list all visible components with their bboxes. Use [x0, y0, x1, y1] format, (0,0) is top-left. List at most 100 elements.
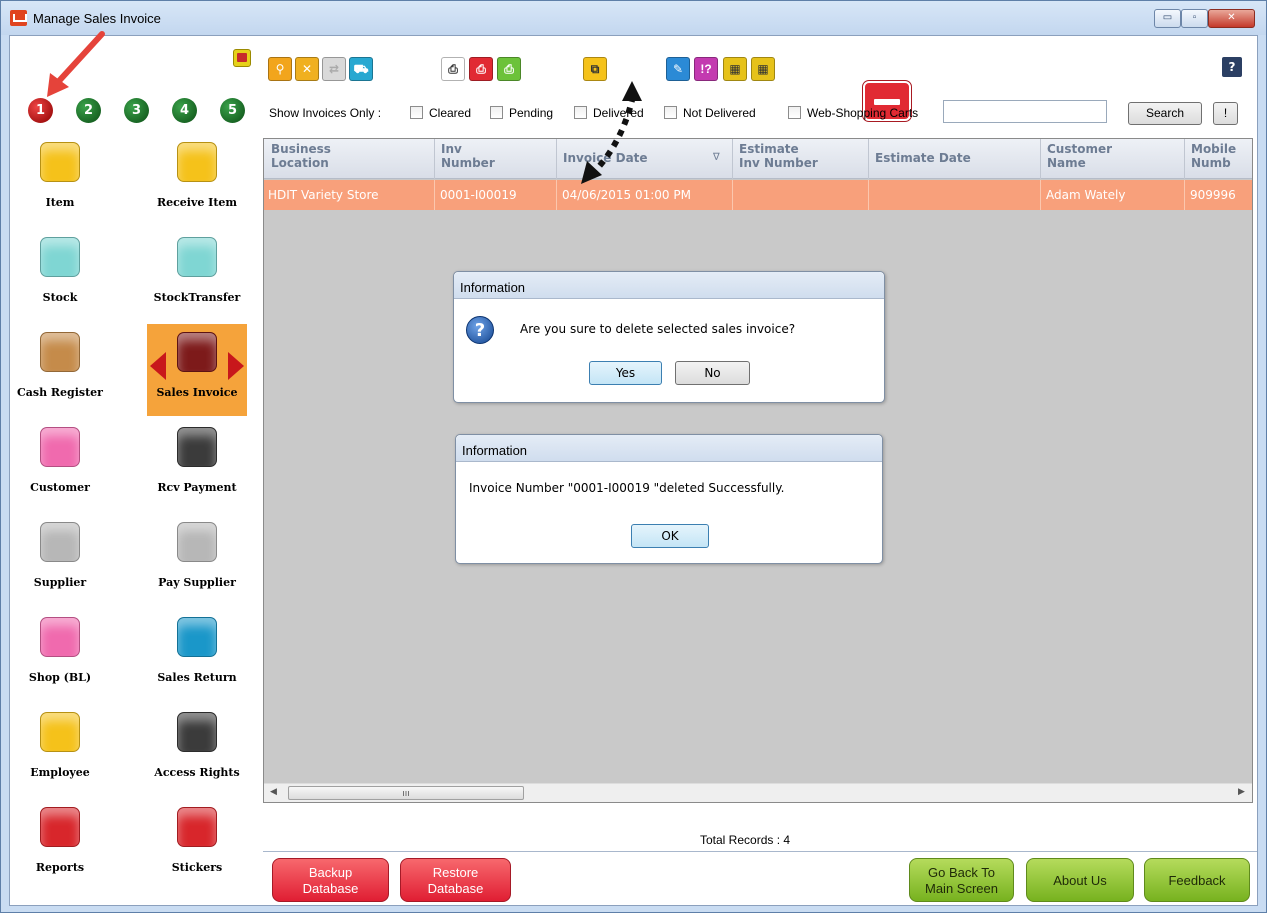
button-label: Database: [427, 881, 484, 896]
yes-button[interactable]: Yes: [589, 361, 662, 385]
cancel-icon[interactable]: ✕: [295, 57, 319, 81]
step-2-button[interactable]: 2: [76, 98, 101, 123]
sidebar-item-receive-item[interactable]: Receive Item: [147, 134, 247, 226]
maximize-button[interactable]: ▫: [1181, 9, 1208, 28]
cell-business-location: HDIT Variety Store: [268, 188, 379, 202]
barcode-icon: [177, 807, 217, 847]
horizontal-scrollbar[interactable]: ◀ ııı ▶: [264, 783, 1252, 802]
factory-arrow-icon: [177, 522, 217, 562]
cart-icon: [10, 10, 27, 26]
step-5-button[interactable]: 5: [220, 98, 245, 123]
row-separator: [556, 180, 557, 210]
backup-database-button[interactable]: Backup Database: [272, 858, 389, 902]
scroll-left-icon[interactable]: ◀: [270, 786, 277, 797]
feedback-button[interactable]: Feedback: [1144, 858, 1250, 902]
sidebar-item-customer[interactable]: Customer: [10, 419, 110, 511]
go-back-main-screen-button[interactable]: Go Back To Main Screen: [909, 858, 1014, 902]
sidebar-item-reports[interactable]: Reports: [10, 799, 110, 891]
sidebar-item-stocktransfer[interactable]: StockTransfer: [147, 229, 247, 321]
button-label: Restore: [432, 865, 479, 880]
about-us-button[interactable]: About Us: [1026, 858, 1134, 902]
sidebar-item-shop-bl[interactable]: Shop (BL): [10, 609, 110, 701]
filter-icon[interactable]: ∇: [713, 151, 720, 165]
print-red-icon[interactable]: ⎙: [469, 57, 493, 81]
sidebar-item-sales-return[interactable]: Sales Return: [147, 609, 247, 701]
search-icon[interactable]: ⚲: [268, 57, 292, 81]
ok-button[interactable]: OK: [631, 524, 709, 548]
sidebar-item-sales-invoice[interactable]: Sales Invoice: [147, 324, 247, 416]
col-label: Business: [271, 142, 331, 156]
sidebar: 1 2 3 4 5 Item Receive Item Stock StockTran…: [10, 36, 263, 905]
restore-database-button[interactable]: Restore Database: [400, 858, 511, 902]
button-label: Go Back To: [928, 865, 995, 880]
sidebar-item-cash-register[interactable]: Cash Register: [10, 324, 110, 416]
step-3-button[interactable]: 3: [124, 98, 149, 123]
minimize-button[interactable]: ▭: [1154, 9, 1181, 28]
col-estimate-date[interactable]: Estimate Date: [875, 151, 971, 165]
sidebar-item-pay-supplier[interactable]: Pay Supplier: [147, 514, 247, 606]
row-separator: [868, 180, 869, 210]
sidebar-item-label: Employee: [30, 766, 90, 779]
scroll-right-icon[interactable]: ▶: [1238, 786, 1245, 797]
search-button[interactable]: Search: [1128, 102, 1202, 125]
sidebar-item-label: Access Rights: [154, 766, 240, 779]
pending-checkbox[interactable]: [490, 106, 503, 119]
sidebar-item-rcv-payment[interactable]: Rcv Payment: [147, 419, 247, 511]
sidebar-item-item[interactable]: Item: [10, 134, 110, 226]
disabled-truck-icon[interactable]: ⇄: [322, 57, 346, 81]
sidebar-item-label: Stickers: [171, 861, 223, 874]
invoice-edit-icon: [177, 332, 217, 372]
help-icon[interactable]: ?: [1222, 57, 1242, 77]
not-delivered-label: Not Delivered: [683, 106, 756, 120]
copy-icon[interactable]: ⧉: [583, 57, 607, 81]
col-separator: [868, 139, 869, 179]
close-button[interactable]: ✕: [1208, 9, 1255, 28]
cleared-label: Cleared: [429, 106, 472, 120]
sidebar-item-stock[interactable]: Stock: [10, 229, 110, 321]
print-icon[interactable]: ⎙: [441, 57, 465, 81]
switch-screen-icon[interactable]: [233, 49, 251, 67]
app-window: Manage Sales Invoice ▭ ▫ ✕ 1 2 3 4 5 Ite…: [0, 0, 1267, 913]
col-label: Number: [441, 156, 495, 170]
cleared-checkbox[interactable]: [410, 106, 423, 119]
sidebar-item-supplier[interactable]: Supplier: [10, 514, 110, 606]
col-customer-name[interactable]: Customer Name: [1047, 142, 1112, 170]
sidebar-item-stickers[interactable]: Stickers: [147, 799, 247, 891]
cell-inv-number: 0001-I00019: [440, 188, 517, 202]
scroll-thumb[interactable]: ııı: [288, 786, 524, 800]
dialog-title: Information: [456, 435, 882, 462]
sidebar-item-access-rights[interactable]: Access Rights: [147, 704, 247, 796]
cart-return-icon: [177, 617, 217, 657]
button-label: Backup: [308, 865, 353, 880]
edit-icon[interactable]: ✎: [666, 57, 690, 81]
col-business-location[interactable]: Business Location: [271, 142, 331, 170]
info-icon[interactable]: !?: [694, 57, 718, 81]
truck-icon: [177, 142, 217, 182]
table-row[interactable]: HDIT Variety Store 0001-I00019 04/06/201…: [264, 180, 1252, 210]
not-delivered-checkbox[interactable]: [664, 106, 677, 119]
step-4-button[interactable]: 4: [172, 98, 197, 123]
sidebar-item-label: StockTransfer: [153, 291, 241, 304]
pending-label: Pending: [509, 106, 554, 120]
sidebar-item-label: Sales Return: [157, 671, 237, 684]
table-import-icon[interactable]: ▦: [751, 57, 775, 81]
web-shopping-carts-label: Web-Shopping Carts: [807, 106, 919, 120]
print-green-icon[interactable]: ⎙: [497, 57, 521, 81]
step-1-button[interactable]: 1: [28, 98, 53, 123]
col-inv-number[interactable]: Inv Number: [441, 142, 495, 170]
extra-button[interactable]: !: [1213, 102, 1238, 125]
col-mobile-number[interactable]: Mobile Numb: [1191, 142, 1236, 170]
factory-icon: [40, 522, 80, 562]
search-input[interactable]: [943, 100, 1107, 123]
col-label: Estimate Date: [875, 151, 971, 165]
web-shopping-carts-checkbox[interactable]: [788, 106, 801, 119]
table-export-icon[interactable]: ▦: [723, 57, 747, 81]
delivered-checkbox[interactable]: [574, 106, 587, 119]
people-icon: [40, 427, 80, 467]
col-estimate-inv-number[interactable]: Estimate Inv Number: [739, 142, 818, 170]
delivery-truck-icon[interactable]: ⛟: [349, 57, 373, 81]
col-invoice-date[interactable]: Invoice Date: [563, 151, 648, 165]
col-separator: [732, 139, 733, 179]
sidebar-item-employee[interactable]: Employee: [10, 704, 110, 796]
no-button[interactable]: No: [675, 361, 750, 385]
